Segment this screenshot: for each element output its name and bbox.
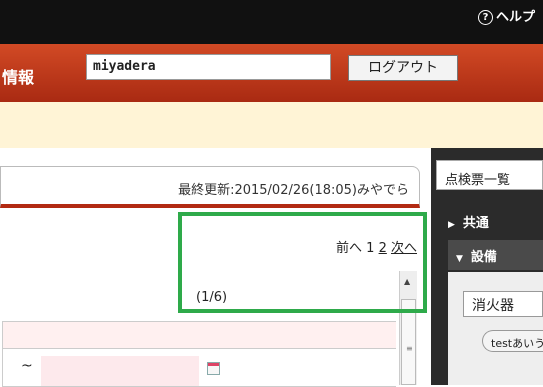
- date-input[interactable]: [41, 356, 199, 386]
- top-bar: ? ヘルプ: [0, 0, 543, 44]
- highlight-box: [178, 212, 427, 313]
- username-field: miyadera: [86, 54, 331, 80]
- range-separator: ~: [21, 358, 33, 374]
- header-title: 情報: [2, 68, 35, 87]
- last-updated-tab: 最終更新:2015/02/26(18:05)みやでら: [0, 166, 420, 208]
- sidebar-item-equipment[interactable]: ▼ 設備: [448, 240, 543, 270]
- logout-button[interactable]: ログアウト: [348, 55, 458, 81]
- equipment-select[interactable]: 消火器: [463, 291, 543, 317]
- calendar-icon[interactable]: [207, 362, 220, 375]
- help-link[interactable]: ? ヘルプ: [477, 6, 535, 25]
- tag-chip[interactable]: testあいう: [482, 330, 543, 352]
- scroll-grip-icon: ≡: [406, 344, 413, 353]
- equipment-panel: [448, 272, 543, 385]
- last-updated-text: 最終更新:2015/02/26(18:05)みやでら: [178, 183, 409, 198]
- app-header: 情報 miyadera ログアウト: [0, 44, 543, 102]
- sidebar-item-common[interactable]: ▶ 共通: [448, 212, 543, 231]
- triangle-right-icon: ▶: [448, 220, 455, 230]
- tab-inspection-list[interactable]: 点検票一覧: [436, 160, 543, 190]
- help-circle-icon: ?: [477, 10, 493, 25]
- table-header-row: [3, 322, 396, 349]
- sidebar-item-label: 共通: [462, 216, 489, 231]
- date-table: ~: [2, 321, 396, 387]
- help-label: ヘルプ: [495, 10, 535, 25]
- sidebar-item-label: 設備: [470, 250, 497, 265]
- triangle-down-icon: ▼: [456, 254, 463, 264]
- notice-bar: [0, 102, 543, 148]
